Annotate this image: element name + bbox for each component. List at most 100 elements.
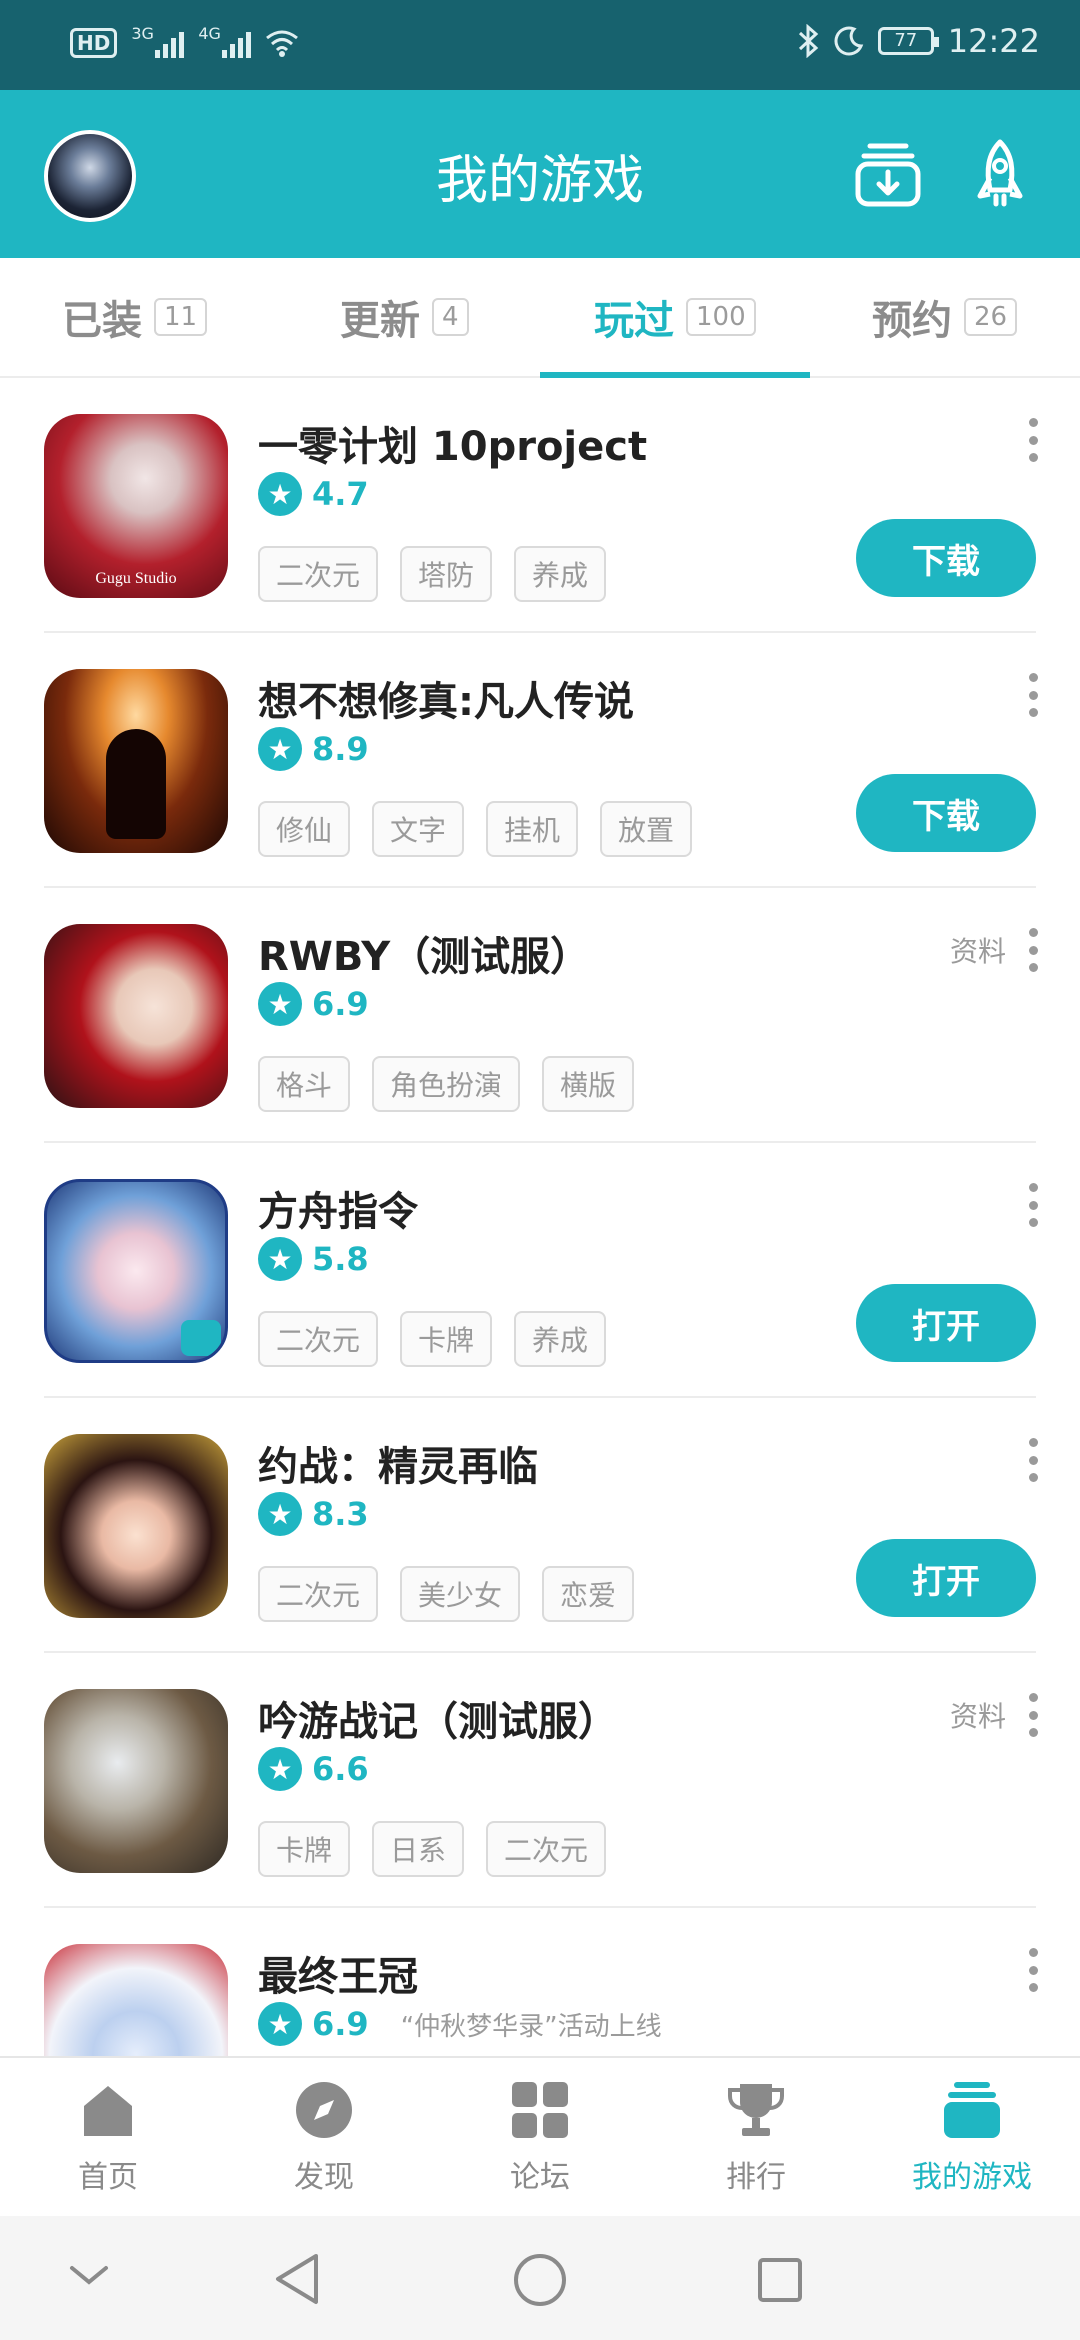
tag[interactable]: 养成 bbox=[514, 546, 607, 602]
tag[interactable]: 恋爱 bbox=[542, 1566, 635, 1622]
game-icon-fangzhou[interactable] bbox=[44, 1179, 228, 1363]
nav-ranking[interactable]: 排行 bbox=[648, 2080, 864, 2196]
tag[interactable]: 格斗 bbox=[258, 1056, 351, 1112]
tag[interactable]: 卡牌 bbox=[400, 1311, 493, 1367]
recents-icon[interactable] bbox=[756, 2256, 804, 2304]
signal-3g-label: 3G bbox=[131, 24, 154, 43]
list-item[interactable]: 想不想修真:凡人传说 ★ 8.9 修仙 文字 挂机 放置 下载 bbox=[0, 633, 1080, 888]
game-name[interactable]: 想不想修真:凡人传说 bbox=[258, 669, 634, 727]
tag-list: 格斗 角色扮演 横版 bbox=[258, 1056, 635, 1112]
game-list[interactable]: Gugu Studio 一零计划 10project ★ 4.7 二次元 塔防 … bbox=[0, 378, 1080, 2058]
tab-count: 26 bbox=[964, 298, 1018, 336]
list-item[interactable]: 吟游战记（测试服） ★ 6.6 卡牌 日系 二次元 资料 bbox=[0, 1653, 1080, 1908]
game-icon-yuezhan[interactable] bbox=[44, 1434, 228, 1618]
tag[interactable]: 卡牌 bbox=[258, 1821, 351, 1877]
tab-played[interactable]: 玩过 100 bbox=[594, 288, 756, 346]
tab-count: 4 bbox=[432, 298, 469, 336]
game-name[interactable]: 吟游战记（测试服） bbox=[258, 1689, 618, 1747]
game-name[interactable]: 方舟指令 bbox=[258, 1179, 418, 1237]
list-item[interactable]: 约战：精灵再临 ★ 8.3 二次元 美少女 恋爱 打开 bbox=[0, 1398, 1080, 1653]
tag[interactable]: 日系 bbox=[372, 1821, 465, 1877]
tab-reserved[interactable]: 预约 26 bbox=[872, 288, 1018, 346]
rating-score: 6.6 bbox=[312, 1750, 369, 1788]
download-button[interactable]: 下载 bbox=[856, 519, 1036, 597]
tag[interactable]: 二次元 bbox=[258, 546, 379, 602]
bluetooth-icon bbox=[798, 24, 819, 58]
info-link[interactable]: 资料 bbox=[950, 930, 1006, 970]
tab-count: 11 bbox=[154, 298, 208, 336]
download-button[interactable]: 下载 bbox=[856, 774, 1036, 852]
tag[interactable]: 养成 bbox=[514, 1311, 607, 1367]
more-menu-icon[interactable] bbox=[1028, 928, 1038, 972]
game-icon-zuizhongwangguan[interactable] bbox=[44, 1944, 228, 2058]
rating-score: 6.9 bbox=[312, 985, 369, 1023]
tag[interactable]: 二次元 bbox=[258, 1311, 379, 1367]
info-link[interactable]: 资料 bbox=[950, 1695, 1006, 1735]
clock: 12:22 bbox=[947, 22, 1040, 60]
nav-my-games[interactable]: 我的游戏 bbox=[864, 2080, 1080, 2196]
tag[interactable]: 二次元 bbox=[258, 1566, 379, 1622]
rating: ★ 6.6 bbox=[258, 1747, 369, 1791]
rating-score: 8.3 bbox=[312, 1495, 369, 1533]
list-item[interactable]: Gugu Studio 一零计划 10project ★ 4.7 二次元 塔防 … bbox=[0, 378, 1080, 633]
tab-bar: 已装 11 更新 4 玩过 100 预约 26 bbox=[0, 258, 1080, 378]
event-note: “仲秋梦华录”活动上线 bbox=[400, 2011, 662, 2042]
game-icon-10project[interactable]: Gugu Studio bbox=[44, 414, 228, 598]
star-icon: ★ bbox=[258, 1237, 302, 1281]
more-menu-icon[interactable] bbox=[1028, 1693, 1038, 1737]
more-menu-icon[interactable] bbox=[1028, 673, 1038, 717]
home-circle-icon[interactable] bbox=[512, 2252, 568, 2308]
tag-list: 二次元 卡牌 养成 bbox=[258, 1311, 607, 1367]
tag[interactable]: 二次元 bbox=[486, 1821, 607, 1877]
status-right: 77 12:22 bbox=[796, 22, 1040, 60]
game-icon-rwby[interactable] bbox=[44, 924, 228, 1108]
game-name[interactable]: 最终王冠 bbox=[258, 1944, 418, 2002]
back-icon[interactable] bbox=[272, 2252, 322, 2306]
tag[interactable]: 放置 bbox=[600, 801, 693, 857]
rating-score: 4.7 bbox=[312, 475, 369, 513]
stack-icon bbox=[944, 2082, 1000, 2138]
battery-icon: 77 bbox=[877, 27, 939, 55]
nav-label: 首页 bbox=[78, 2160, 138, 2195]
more-menu-icon[interactable] bbox=[1028, 1948, 1038, 1992]
game-name[interactable]: 一零计划 10project bbox=[258, 414, 647, 472]
home-icon bbox=[84, 2086, 132, 2136]
system-nav-bar bbox=[0, 2216, 1080, 2340]
rating: ★ 5.8 bbox=[258, 1237, 369, 1281]
list-item[interactable]: 方舟指令 ★ 5.8 二次元 卡牌 养成 打开 bbox=[0, 1143, 1080, 1398]
star-icon: ★ bbox=[258, 982, 302, 1026]
tab-label: 预约 bbox=[872, 298, 952, 344]
nav-home[interactable]: 首页 bbox=[0, 2080, 216, 2196]
game-name[interactable]: RWBY（测试服） bbox=[258, 924, 590, 982]
tag-list: 修仙 文字 挂机 放置 bbox=[258, 801, 693, 857]
tag[interactable]: 挂机 bbox=[486, 801, 579, 857]
nav-label: 我的游戏 bbox=[912, 2160, 1032, 2195]
game-icon-yinyou[interactable] bbox=[44, 1689, 228, 1873]
list-item[interactable]: 最终王冠 ★ 6.9 “仲秋梦华录”活动上线 bbox=[0, 1908, 1080, 2058]
rating-score: 8.9 bbox=[312, 730, 369, 768]
download-manager-icon[interactable] bbox=[852, 138, 924, 210]
tab-installed[interactable]: 已装 11 bbox=[62, 288, 208, 346]
nav-discover[interactable]: 发现 bbox=[216, 2080, 432, 2196]
tab-updates[interactable]: 更新 4 bbox=[340, 288, 469, 346]
more-menu-icon[interactable] bbox=[1028, 1438, 1038, 1482]
rating-score: 5.8 bbox=[312, 1240, 369, 1278]
tag[interactable]: 横版 bbox=[542, 1056, 635, 1112]
chevron-down-icon[interactable] bbox=[66, 2260, 112, 2290]
grid-icon bbox=[512, 2082, 568, 2138]
tag[interactable]: 修仙 bbox=[258, 801, 351, 857]
tag[interactable]: 美少女 bbox=[400, 1566, 521, 1622]
more-menu-icon[interactable] bbox=[1028, 418, 1038, 462]
game-name[interactable]: 约战：精灵再临 bbox=[258, 1434, 538, 1492]
open-button[interactable]: 打开 bbox=[856, 1539, 1036, 1617]
list-item[interactable]: RWBY（测试服） ★ 6.9 格斗 角色扮演 横版 资料 bbox=[0, 888, 1080, 1143]
nav-forum[interactable]: 论坛 bbox=[432, 2080, 648, 2196]
tag[interactable]: 塔防 bbox=[400, 546, 493, 602]
more-menu-icon[interactable] bbox=[1028, 1183, 1038, 1227]
tag[interactable]: 角色扮演 bbox=[372, 1056, 521, 1112]
open-button[interactable]: 打开 bbox=[856, 1284, 1036, 1362]
tag[interactable]: 文字 bbox=[372, 801, 465, 857]
rating: ★ 4.7 bbox=[258, 472, 369, 516]
game-icon-xiuzhen[interactable] bbox=[44, 669, 228, 853]
rocket-icon[interactable] bbox=[964, 138, 1036, 210]
